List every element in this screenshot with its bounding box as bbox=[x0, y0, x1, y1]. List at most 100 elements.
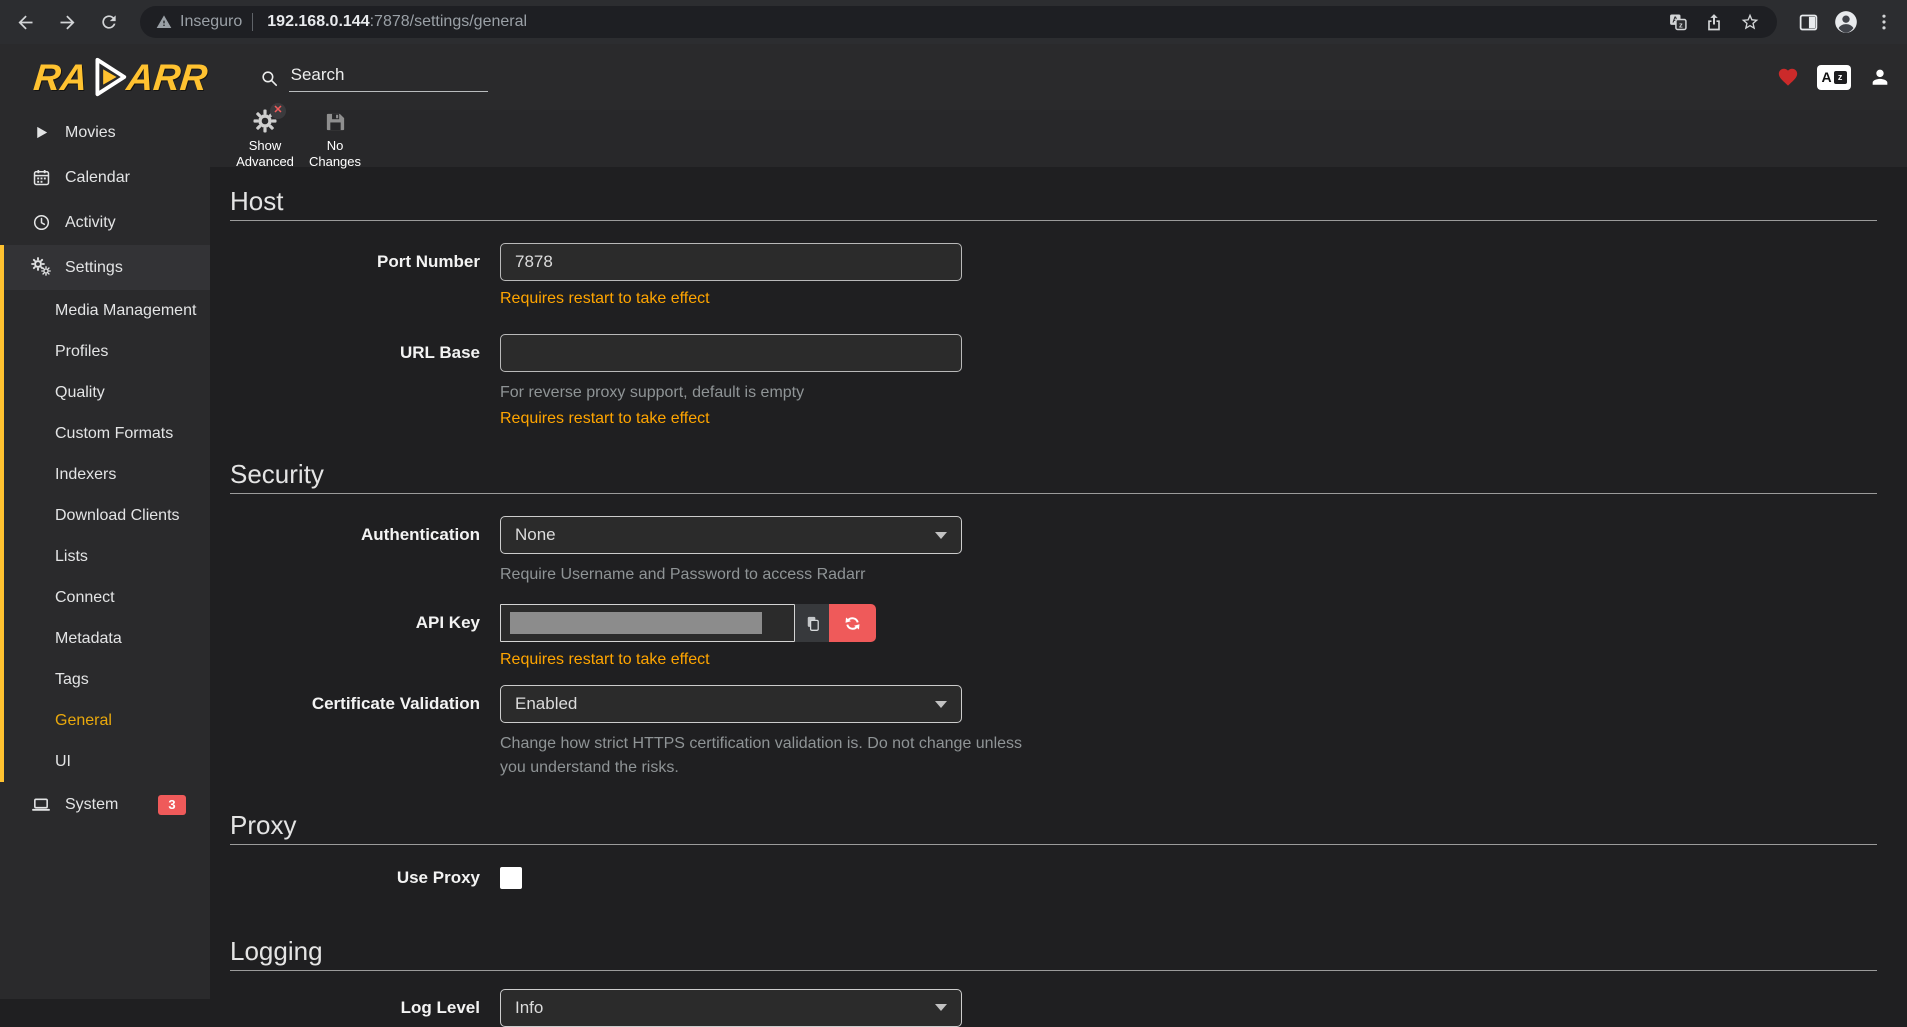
port-number-row: Port Number Requires restart to take eff… bbox=[230, 243, 1877, 308]
save-icon bbox=[324, 110, 347, 133]
log-level-select[interactable]: Info bbox=[500, 989, 962, 1027]
port-number-input[interactable] bbox=[500, 243, 962, 281]
caret-down-icon bbox=[935, 532, 947, 539]
url-base-help: For reverse proxy support, default is em… bbox=[500, 381, 1060, 404]
side-panel-icon bbox=[1798, 12, 1819, 33]
main-content: ✕ Show Advanced No Changes Host Port Num… bbox=[210, 110, 1907, 999]
advanced-x-badge: ✕ bbox=[270, 103, 286, 119]
log-level-label: Log Level bbox=[230, 989, 500, 1027]
sidebar-item-label: Movies bbox=[65, 124, 116, 142]
show-advanced-button[interactable]: ✕ Show Advanced bbox=[232, 107, 298, 171]
address-bar[interactable]: Inseguro 192.168.0.144:7878/settings/gen… bbox=[140, 6, 1777, 38]
reload-button[interactable] bbox=[92, 5, 126, 39]
not-secure-warning-icon bbox=[156, 14, 172, 30]
forward-icon bbox=[57, 12, 78, 33]
authentication-select[interactable]: None bbox=[500, 516, 962, 554]
certificate-validation-label: Certificate Validation bbox=[230, 685, 500, 723]
certificate-validation-row: Certificate Validation Enabled Change ho… bbox=[230, 685, 1877, 778]
translate-page-button[interactable] bbox=[1663, 7, 1693, 37]
user-button[interactable] bbox=[1869, 66, 1891, 88]
section-divider bbox=[230, 493, 1877, 494]
sidebar-item-custom-formats[interactable]: Custom Formats bbox=[4, 413, 210, 454]
api-key-row: API Key Requires restart to take eff bbox=[230, 604, 1877, 669]
port-number-label: Port Number bbox=[230, 243, 500, 281]
profile-button[interactable] bbox=[1829, 5, 1863, 39]
gears-icon bbox=[30, 257, 52, 278]
authentication-help: Require Username and Password to access … bbox=[500, 563, 1060, 586]
no-changes-button[interactable]: No Changes bbox=[302, 107, 368, 171]
global-search bbox=[260, 63, 488, 92]
sidebar-item-indexers[interactable]: Indexers bbox=[4, 454, 210, 495]
bookmark-button[interactable] bbox=[1735, 7, 1765, 37]
section-proxy: Proxy Use Proxy bbox=[230, 809, 1877, 897]
sidebar-item-profiles[interactable]: Profiles bbox=[4, 331, 210, 372]
page-toolbar: ✕ Show Advanced No Changes bbox=[210, 110, 1907, 167]
port-restart-warning: Requires restart to take effect bbox=[500, 290, 1877, 308]
section-title: Logging bbox=[230, 935, 1877, 967]
api-key-input[interactable] bbox=[500, 604, 795, 642]
sidebar-item-movies[interactable]: Movies bbox=[0, 110, 210, 155]
donate-button[interactable] bbox=[1777, 66, 1799, 88]
search-icon bbox=[260, 69, 279, 88]
section-divider bbox=[230, 220, 1877, 221]
play-logo-icon bbox=[84, 54, 130, 100]
user-icon bbox=[1869, 66, 1891, 88]
no-changes-label: No Changes bbox=[302, 138, 368, 171]
url-text[interactable]: 192.168.0.144:7878/settings/general bbox=[267, 13, 527, 31]
sidebar-item-label: Calendar bbox=[65, 169, 130, 187]
log-level-row: Log Level Info bbox=[230, 989, 1877, 1027]
sidebar-item-label: Settings bbox=[65, 259, 123, 277]
api-key-redacted-value bbox=[510, 612, 762, 634]
back-button[interactable] bbox=[8, 5, 42, 39]
sidebar-item-lists[interactable]: Lists bbox=[4, 536, 210, 577]
share-button[interactable] bbox=[1699, 7, 1729, 37]
star-icon bbox=[1740, 12, 1760, 32]
side-panel-button[interactable] bbox=[1791, 5, 1825, 39]
certificate-validation-select[interactable]: Enabled bbox=[500, 685, 962, 723]
address-separator bbox=[252, 13, 253, 31]
sidebar-item-metadata[interactable]: Metadata bbox=[4, 618, 210, 659]
api-key-label: API Key bbox=[230, 604, 500, 642]
sidebar-item-download-clients[interactable]: Download Clients bbox=[4, 495, 210, 536]
security-label[interactable]: Inseguro bbox=[180, 13, 242, 31]
sidebar-item-activity[interactable]: Activity bbox=[0, 200, 210, 245]
section-security: Security Authentication None Require Use… bbox=[230, 458, 1877, 779]
sidebar-item-general[interactable]: General bbox=[4, 700, 210, 741]
browser-menu-button[interactable] bbox=[1867, 5, 1901, 39]
sidebar-item-quality[interactable]: Quality bbox=[4, 372, 210, 413]
regenerate-api-key-button[interactable] bbox=[829, 604, 876, 642]
section-logging: Logging Log Level Info bbox=[230, 935, 1877, 1027]
system-health-badge: 3 bbox=[158, 795, 186, 815]
section-divider bbox=[230, 844, 1877, 845]
forward-button[interactable] bbox=[50, 5, 84, 39]
authentication-label: Authentication bbox=[230, 516, 500, 554]
use-proxy-checkbox[interactable] bbox=[500, 867, 522, 889]
sidebar-item-system[interactable]: System 3 bbox=[0, 782, 210, 827]
sidebar-item-ui[interactable]: UI bbox=[4, 741, 210, 782]
section-title: Security bbox=[230, 458, 1877, 490]
api-key-restart-warning: Requires restart to take effect bbox=[500, 651, 1877, 669]
menu-dots-icon bbox=[1874, 12, 1894, 32]
show-advanced-label: Show Advanced bbox=[232, 138, 298, 171]
url-base-input[interactable] bbox=[500, 334, 962, 372]
caret-down-icon bbox=[935, 701, 947, 708]
sidebar-item-calendar[interactable]: Calendar bbox=[0, 155, 210, 200]
sidebar-item-tags[interactable]: Tags bbox=[4, 659, 210, 700]
sidebar-item-media-management[interactable]: Media Management bbox=[4, 290, 210, 331]
sidebar: Movies Calendar Activity Settings Media … bbox=[0, 110, 210, 999]
search-input[interactable] bbox=[289, 63, 488, 92]
copy-icon bbox=[803, 614, 822, 633]
section-divider bbox=[230, 970, 1877, 971]
certificate-validation-value: Enabled bbox=[515, 694, 577, 714]
section-title: Host bbox=[230, 185, 1877, 217]
use-proxy-row: Use Proxy bbox=[230, 859, 1877, 897]
copy-api-key-button[interactable] bbox=[795, 604, 829, 642]
sidebar-item-connect[interactable]: Connect bbox=[4, 577, 210, 618]
radarr-logo[interactable]: RA ARR bbox=[34, 54, 208, 100]
logo-text-left: RA bbox=[32, 59, 89, 96]
page-translate-button[interactable]: A z bbox=[1817, 65, 1851, 90]
browser-toolbar: Inseguro 192.168.0.144:7878/settings/gen… bbox=[0, 0, 1907, 44]
sidebar-item-settings[interactable]: Settings bbox=[4, 245, 210, 290]
calendar-icon bbox=[30, 168, 52, 187]
log-level-value: Info bbox=[515, 998, 543, 1018]
